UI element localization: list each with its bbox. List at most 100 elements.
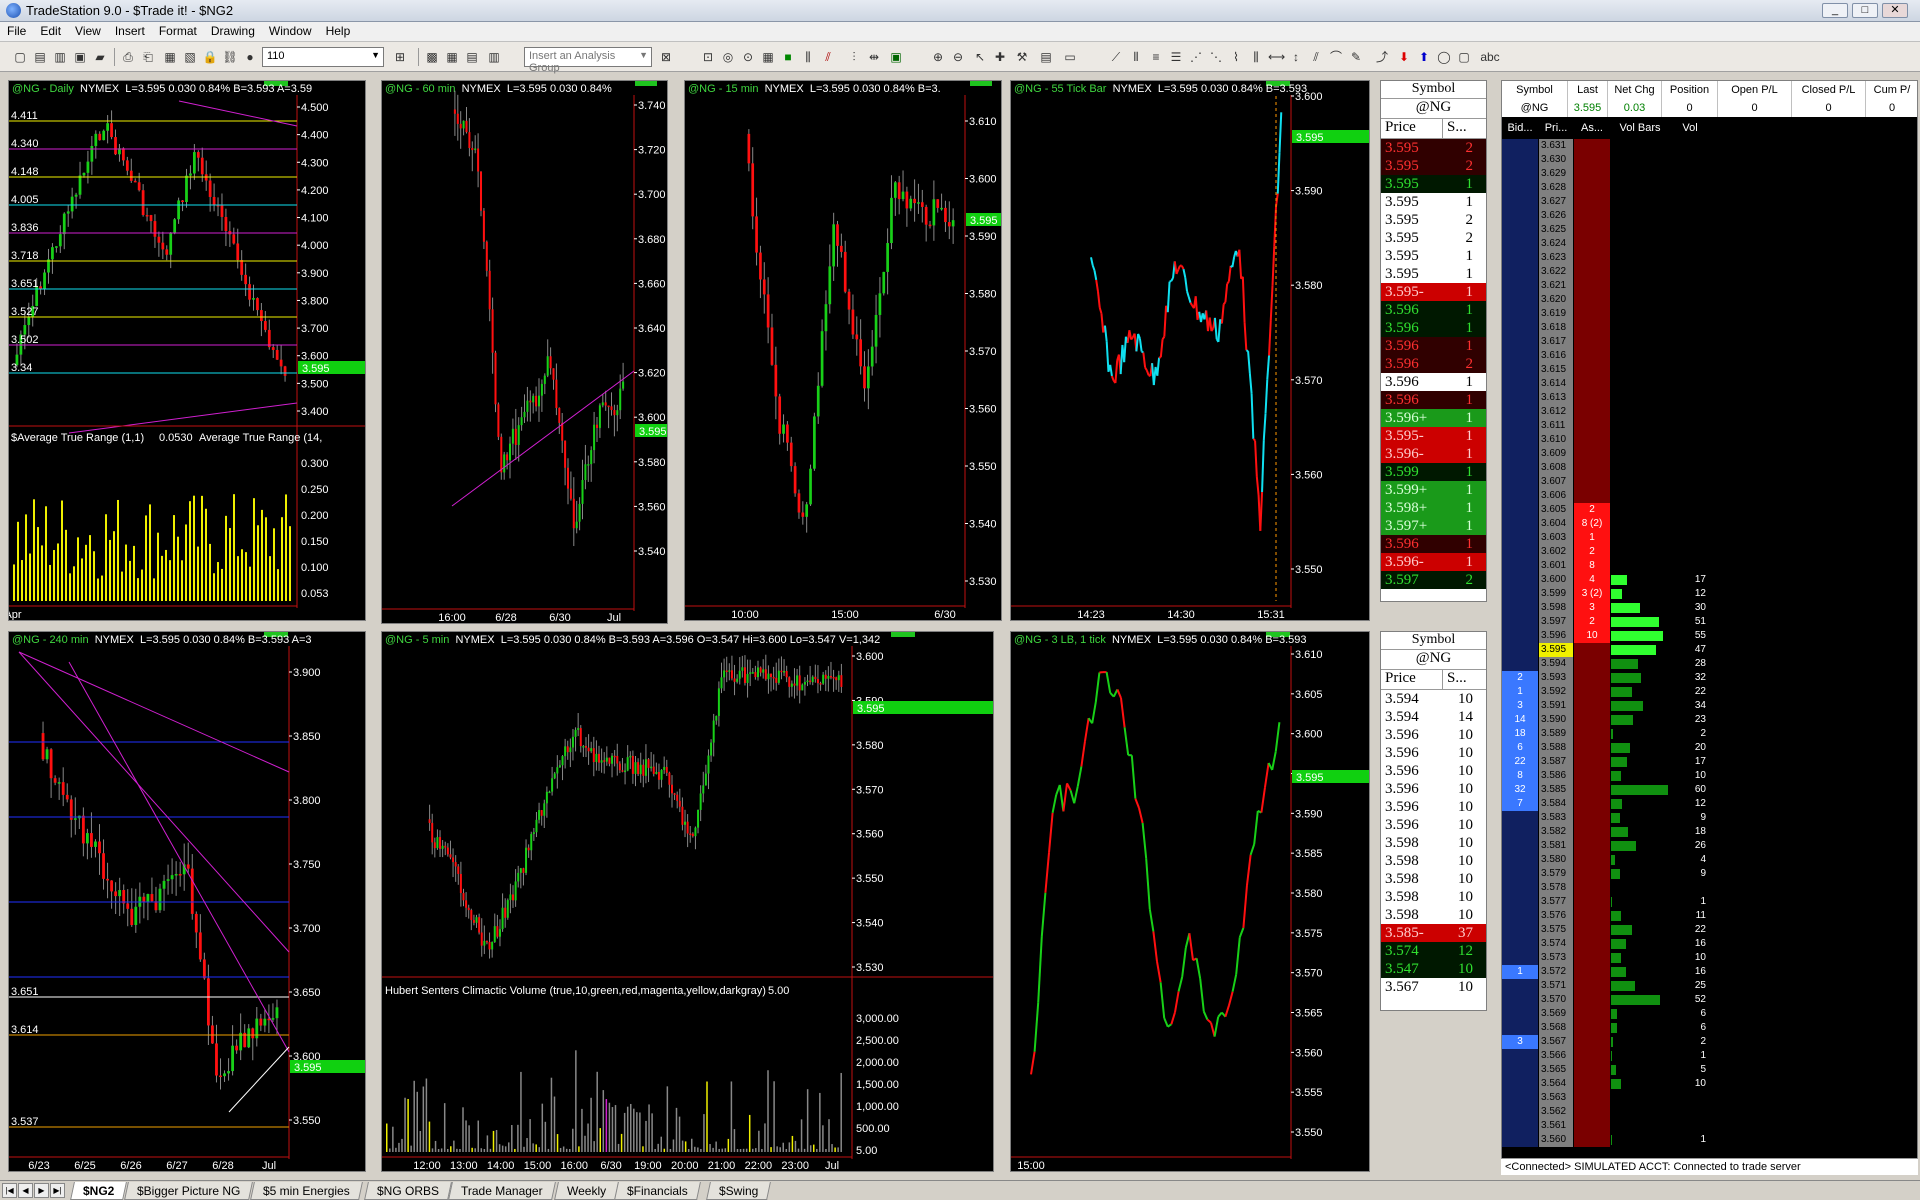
table-icon[interactable]: ▤ xyxy=(464,49,480,65)
crosshair-icon[interactable]: ✚ xyxy=(992,49,1008,65)
dom-bid-size[interactable] xyxy=(1502,209,1538,223)
dom-ask-size[interactable] xyxy=(1574,167,1610,181)
dom-ask-size[interactable] xyxy=(1574,139,1610,153)
dom-ladder-row[interactable]: 6 3.588 20 xyxy=(1502,741,1917,755)
dom-ask-size[interactable] xyxy=(1574,1077,1610,1091)
dom-subheader-cell[interactable]: Vol xyxy=(1670,119,1710,137)
time-and-sales-1[interactable]: Symbol @NG Price S... 3.595 2 3.595 2 3.595 1 3… xyxy=(1380,80,1487,602)
dom-bid-size[interactable] xyxy=(1502,867,1538,881)
dom-ladder-row[interactable]: 3.609 xyxy=(1502,447,1917,461)
dom-bid-size[interactable] xyxy=(1502,475,1538,489)
open-workspace-icon[interactable]: ▥ xyxy=(52,49,68,65)
vertical-lines-icon[interactable]: ⦀ xyxy=(1128,49,1144,65)
chart-15min[interactable]: @NG - 15 min NYMEX L=3.595 0.030 0.84% B… xyxy=(684,80,1002,621)
dom-bid-size[interactable]: 2 xyxy=(1502,671,1538,685)
dom-ask-size[interactable]: 3 xyxy=(1574,601,1610,615)
dom-ask-size[interactable] xyxy=(1574,797,1610,811)
dom-ask-size[interactable] xyxy=(1574,475,1610,489)
dom-bid-size[interactable] xyxy=(1502,223,1538,237)
dom-ask-size[interactable]: 4 xyxy=(1574,573,1610,587)
dom-ladder-row[interactable]: 3.571 25 xyxy=(1502,979,1917,993)
dom-ask-size[interactable] xyxy=(1574,307,1610,321)
dom-ladder-row[interactable]: 2 3.593 32 xyxy=(1502,671,1917,685)
dom-ask-size[interactable] xyxy=(1574,321,1610,335)
dom-ask-size[interactable] xyxy=(1574,1049,1610,1063)
dom-ask-size[interactable] xyxy=(1574,923,1610,937)
close-button[interactable]: ✕ xyxy=(1882,3,1908,18)
dom-bid-size[interactable] xyxy=(1502,615,1538,629)
dom-ask-size[interactable]: 2 xyxy=(1574,503,1610,517)
dom-ladder-row[interactable]: 3.616 xyxy=(1502,349,1917,363)
arc-icon[interactable]: ⌒ xyxy=(1328,49,1344,65)
grid-icon[interactable]: ▦ xyxy=(444,49,460,65)
dom-ladder-row[interactable]: 3.628 xyxy=(1502,181,1917,195)
dom-ask-size[interactable] xyxy=(1574,1091,1610,1105)
dom-column-header[interactable]: Symbol xyxy=(1502,81,1568,99)
dom-ladder-row[interactable]: 7 3.584 12 xyxy=(1502,797,1917,811)
dom-subheader-cell[interactable]: Vol Bars xyxy=(1610,119,1670,137)
dom-ladder-row[interactable]: 3.560 1 xyxy=(1502,1133,1917,1147)
dom-ladder-row[interactable]: 3.624 xyxy=(1502,237,1917,251)
dom-bid-size[interactable]: 18 xyxy=(1502,727,1538,741)
dom-ladder-row[interactable]: 3.576 11 xyxy=(1502,909,1917,923)
print-preview-icon[interactable]: ⎗ xyxy=(140,49,156,65)
dom-ask-size[interactable] xyxy=(1574,433,1610,447)
time-and-sales-2[interactable]: Symbol @NG Price S... 3.594 10 3.594 14 3.596… xyxy=(1380,631,1487,1011)
chart-icon[interactable]: ▩ xyxy=(424,49,440,65)
hline-icon[interactable]: ⟷ xyxy=(1268,49,1285,65)
dom-ladder-row[interactable]: 3.595 47 xyxy=(1502,643,1917,657)
dom-bid-size[interactable]: 22 xyxy=(1502,755,1538,769)
dom-ask-size[interactable]: 10 xyxy=(1574,629,1610,643)
dom-ask-size[interactable] xyxy=(1574,1105,1610,1119)
dom-ladder-row[interactable]: 3.596 10 55 xyxy=(1502,629,1917,643)
dom-bid-size[interactable] xyxy=(1502,349,1538,363)
dom-bid-size[interactable]: 7 xyxy=(1502,797,1538,811)
menu-view[interactable]: View xyxy=(68,22,108,40)
dom-ask-size[interactable] xyxy=(1574,181,1610,195)
dom-ladder-row[interactable]: 3.563 xyxy=(1502,1091,1917,1105)
dom-ladder-row[interactable]: 3.568 6 xyxy=(1502,1021,1917,1035)
dom-bid-size[interactable] xyxy=(1502,1049,1538,1063)
dom-ladder-row[interactable]: 1 3.572 16 xyxy=(1502,965,1917,979)
indicator-icon[interactable]: ▥ xyxy=(486,49,502,65)
dom-ladder-row[interactable]: 3.608 xyxy=(1502,461,1917,475)
dom-column-header[interactable]: Closed P/L xyxy=(1792,81,1866,99)
maximize-button[interactable]: □ xyxy=(1852,3,1878,18)
dom-bid-size[interactable] xyxy=(1502,461,1538,475)
dom-bid-size[interactable] xyxy=(1502,895,1538,909)
menu-help[interactable]: Help xyxy=(319,22,358,40)
curve-icon[interactable]: ⤴ xyxy=(1374,49,1390,65)
last-tab-icon[interactable]: ▶| xyxy=(50,1183,65,1198)
dom-ladder-row[interactable]: 3.581 26 xyxy=(1502,839,1917,853)
color-icon[interactable]: ● xyxy=(242,49,258,65)
text-icon[interactable]: abc xyxy=(1478,49,1502,65)
dom-ladder-row[interactable]: 3.577 1 xyxy=(1502,895,1917,909)
dom-ladder-row[interactable]: 3.574 16 xyxy=(1502,937,1917,951)
dom-ladder-row[interactable]: 3.615 xyxy=(1502,363,1917,377)
tab-ng2[interactable]: $NG2 xyxy=(70,1182,128,1200)
dom-ladder-row[interactable]: 3.569 6 xyxy=(1502,1007,1917,1021)
chart-5min[interactable]: @NG - 5 min NYMEX L=3.595 0.030 0.84% B=… xyxy=(381,631,994,1172)
dom-bid-size[interactable] xyxy=(1502,1021,1538,1035)
first-tab-icon[interactable]: |◀ xyxy=(2,1183,17,1198)
dom-bid-size[interactable] xyxy=(1502,545,1538,559)
dom-ask-size[interactable] xyxy=(1574,839,1610,853)
dom-ladder-row[interactable]: 3.570 52 xyxy=(1502,993,1917,1007)
dom-ask-size[interactable] xyxy=(1574,391,1610,405)
dom-ask-size[interactable] xyxy=(1574,657,1610,671)
folder-icon[interactable]: ▰ xyxy=(92,49,108,65)
analysis-icon[interactable]: ⊠ xyxy=(658,49,674,65)
save-icon[interactable]: ▣ xyxy=(72,49,88,65)
dom-bid-size[interactable] xyxy=(1502,587,1538,601)
dom-ladder-row[interactable]: 3.626 xyxy=(1502,209,1917,223)
dom-ladder-row[interactable]: 3.598 3 30 xyxy=(1502,601,1917,615)
dom-ask-size[interactable] xyxy=(1574,1021,1610,1035)
dom-bid-size[interactable] xyxy=(1502,279,1538,293)
zoom-in-icon[interactable]: ⊕ xyxy=(930,49,946,65)
dom-bid-size[interactable]: 1 xyxy=(1502,965,1538,979)
dom-ask-size[interactable] xyxy=(1574,1035,1610,1049)
dom-ladder-row[interactable]: 3.627 xyxy=(1502,195,1917,209)
dom-bid-size[interactable] xyxy=(1502,181,1538,195)
dom-ask-size[interactable] xyxy=(1574,335,1610,349)
dom-bid-size[interactable] xyxy=(1502,1077,1538,1091)
